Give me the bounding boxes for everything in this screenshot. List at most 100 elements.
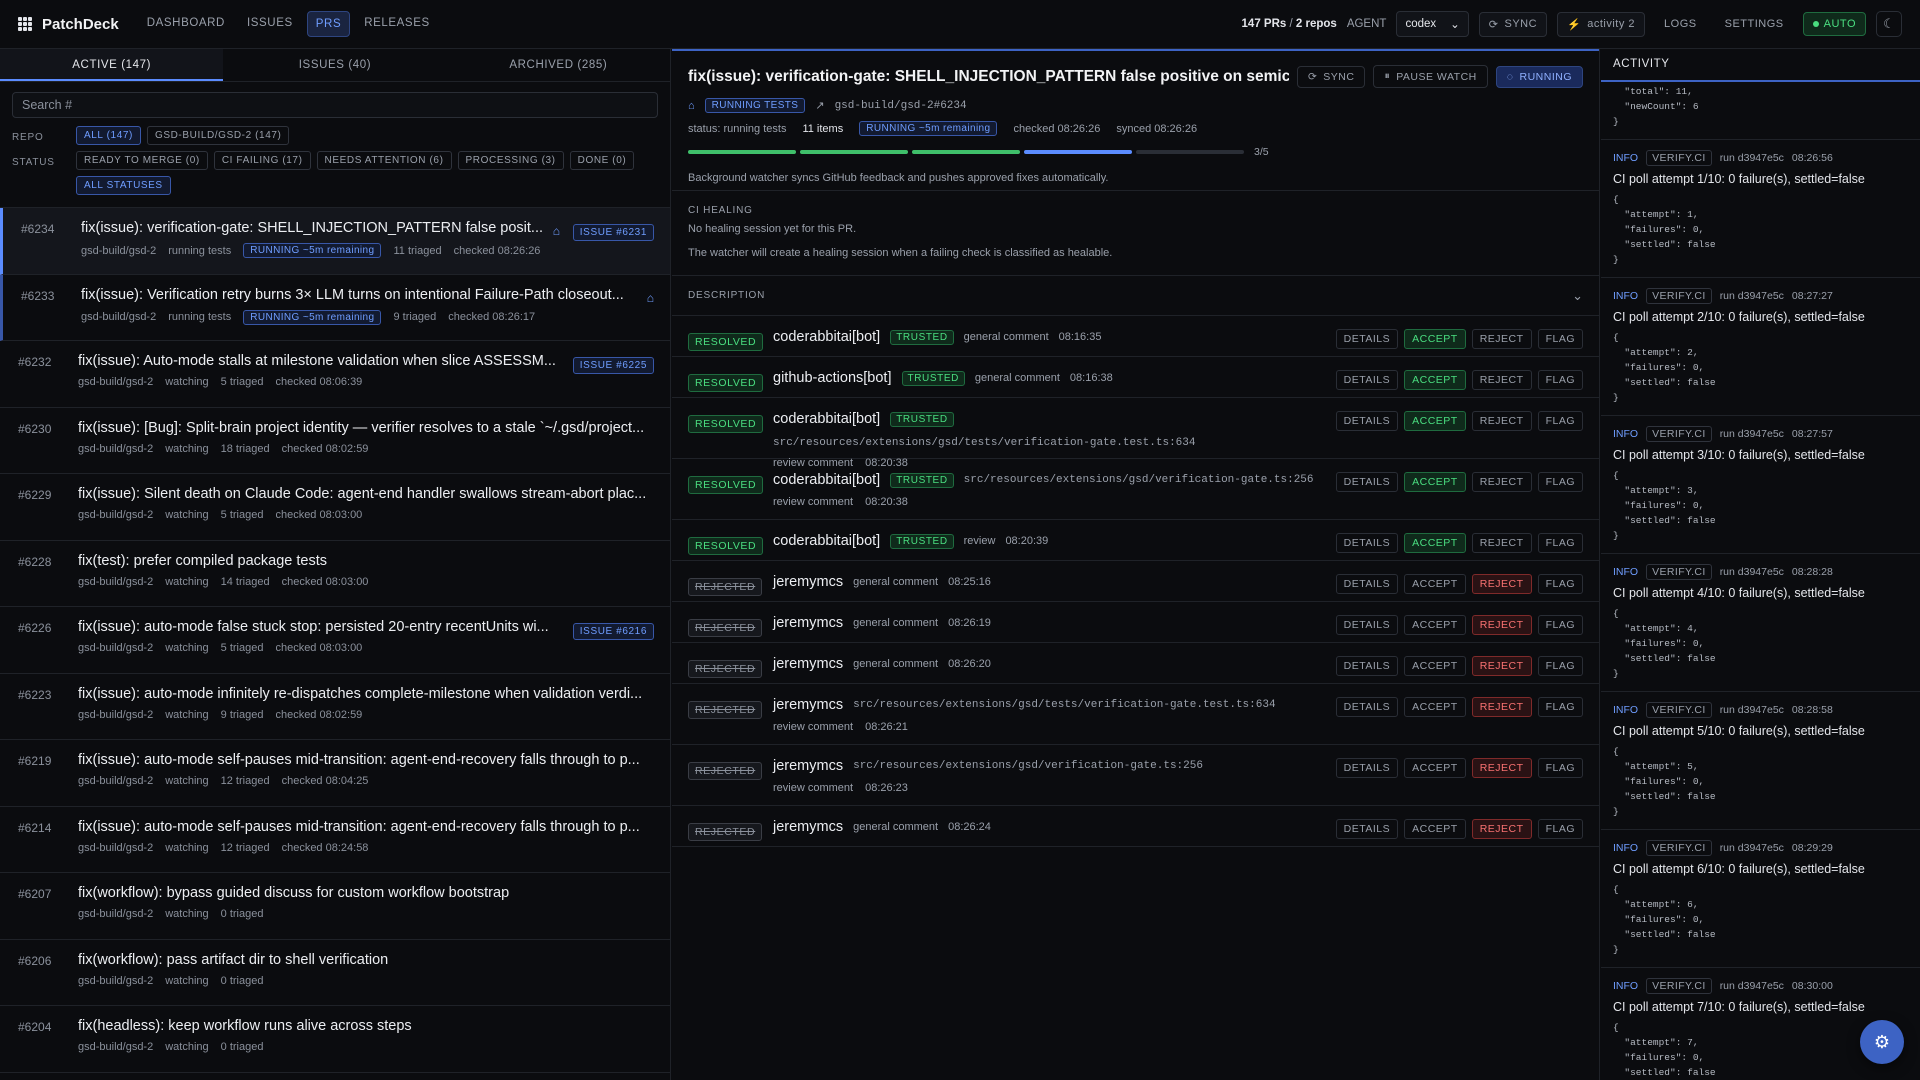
nav-prs[interactable]: PRS: [306, 11, 351, 37]
accept-button[interactable]: ACCEPT: [1404, 329, 1466, 349]
pr-list-item[interactable]: #6206 fix(workflow): pass artifact dir to…: [0, 940, 670, 1006]
pr-list-item[interactable]: #6226 fix(issue): auto-mode false stuck s…: [0, 607, 670, 674]
status-chip[interactable]: READY TO MERGE (0): [76, 151, 208, 170]
reject-button[interactable]: REJECT: [1471, 656, 1532, 676]
details-button[interactable]: DETAILS: [1335, 758, 1399, 778]
accept-button[interactable]: ACCEPT: [1404, 370, 1466, 390]
reject-button[interactable]: REJECT: [1471, 615, 1532, 635]
reject-button[interactable]: REJECT: [1471, 819, 1532, 839]
repo-chip[interactable]: ALL (147): [76, 126, 141, 145]
ci-healing-section: CI HEALING No healing session yet for th…: [672, 191, 1599, 276]
accept-button[interactable]: ACCEPT: [1404, 819, 1466, 839]
activity-pane: ACTIVITY "total": 11, "newCount": 6 } IN…: [1601, 49, 1920, 1080]
reject-button[interactable]: REJECT: [1471, 472, 1532, 492]
tab-archived[interactable]: ARCHIVED (285): [447, 49, 670, 81]
reject-button[interactable]: REJECT: [1471, 697, 1532, 717]
pr-list-item[interactable]: #6207 fix(workflow): bypass guided discus…: [0, 873, 670, 940]
comment-file-path[interactable]: src/resources/extensions/gsd/verificatio…: [964, 474, 1314, 486]
repo-chip[interactable]: GSD-BUILD/GSD-2 (147): [146, 126, 290, 145]
reject-button[interactable]: REJECT: [1471, 758, 1532, 778]
issue-badge[interactable]: ISSUE #6231: [572, 224, 654, 241]
search-input[interactable]: Search #: [12, 92, 658, 118]
nav-releases[interactable]: RELEASES: [356, 11, 438, 37]
settings-link[interactable]: SETTINGS: [1716, 13, 1793, 35]
auto-toggle[interactable]: AUTO: [1802, 12, 1866, 36]
status-chip[interactable]: NEEDS ATTENTION (6): [316, 151, 452, 170]
comment-file-path[interactable]: src/resources/extensions/gsd/tests/verif…: [773, 437, 1195, 449]
details-button[interactable]: DETAILS: [1335, 819, 1399, 839]
pr-list-item[interactable]: #6233 fix(issue): Verification retry burn…: [0, 274, 670, 341]
pr-list-item[interactable]: #6223 fix(issue): auto-mode infinitely re…: [0, 674, 670, 740]
details-button[interactable]: DETAILS: [1335, 574, 1399, 594]
pr-list-item[interactable]: #6228 fix(test): prefer compiled package …: [0, 541, 670, 607]
flag-button[interactable]: FLAG: [1537, 472, 1583, 492]
pr-repo: gsd-build/gsd-2: [81, 244, 157, 257]
pr-list-item[interactable]: #6232 fix(issue): Auto-mode stalls at mil…: [0, 341, 670, 408]
accept-button[interactable]: ACCEPT: [1404, 758, 1466, 778]
pr-ref-link[interactable]: gsd-build/gsd-2#6234: [835, 100, 967, 112]
pr-list-item[interactable]: #6229 fix(issue): Silent death on Claude …: [0, 474, 670, 541]
flag-button[interactable]: FLAG: [1537, 411, 1583, 431]
details-button[interactable]: DETAILS: [1335, 656, 1399, 676]
comment-actions: DETAILS ACCEPT REJECT FLAG: [1335, 697, 1583, 717]
activity-button[interactable]: ⚡ activity 2: [1557, 11, 1646, 37]
details-button[interactable]: DETAILS: [1335, 329, 1399, 349]
accept-button[interactable]: ACCEPT: [1404, 697, 1466, 717]
tab-issues[interactable]: ISSUES (40): [223, 49, 446, 81]
flag-button[interactable]: FLAG: [1537, 656, 1583, 676]
running-button[interactable]: ◌ RUNNING: [1495, 65, 1583, 88]
details-button[interactable]: DETAILS: [1335, 411, 1399, 431]
pr-list-item[interactable]: #6204 fix(headless): keep workflow runs a…: [0, 1006, 670, 1073]
reject-button[interactable]: REJECT: [1471, 370, 1532, 390]
theme-toggle-moon-icon[interactable]: ☾: [1876, 11, 1902, 37]
flag-button[interactable]: FLAG: [1537, 329, 1583, 349]
details-button[interactable]: DETAILS: [1335, 615, 1399, 635]
accept-button[interactable]: ACCEPT: [1404, 472, 1466, 492]
assistant-robot-icon[interactable]: ⚙: [1860, 1020, 1904, 1064]
status-chip[interactable]: DONE (0): [569, 151, 635, 170]
pr-list-item[interactable]: #6219 fix(issue): auto-mode self-pauses m…: [0, 740, 670, 807]
pr-list-item[interactable]: #6214 fix(issue): auto-mode self-pauses m…: [0, 807, 670, 873]
status-chip[interactable]: CI FAILING (17): [213, 151, 311, 170]
status-chip[interactable]: ALL STATUSES: [76, 176, 171, 195]
pr-triaged: 18 triaged: [220, 442, 270, 455]
details-button[interactable]: DETAILS: [1335, 533, 1399, 553]
accept-button[interactable]: ACCEPT: [1404, 615, 1466, 635]
flag-button[interactable]: FLAG: [1537, 758, 1583, 778]
pr-list-item[interactable]: #6234 fix(issue): verification-gate: SHEL…: [0, 208, 670, 275]
brand[interactable]: PatchDeck: [18, 16, 119, 33]
description-toggle[interactable]: DESCRIPTION ⌄: [672, 276, 1599, 316]
details-button[interactable]: DETAILS: [1335, 370, 1399, 390]
details-button[interactable]: DETAILS: [1335, 697, 1399, 717]
accept-button[interactable]: ACCEPT: [1404, 656, 1466, 676]
reject-button[interactable]: REJECT: [1471, 574, 1532, 594]
log-level: INFO: [1613, 566, 1639, 578]
status-chip[interactable]: PROCESSING (3): [457, 151, 564, 170]
pause-watch-button[interactable]: ⏸ PAUSE WATCH: [1373, 65, 1488, 88]
flag-button[interactable]: FLAG: [1537, 574, 1583, 594]
issue-badge[interactable]: ISSUE #6225: [572, 357, 654, 374]
accept-button[interactable]: ACCEPT: [1404, 533, 1466, 553]
flag-button[interactable]: FLAG: [1537, 533, 1583, 553]
comment-file-path[interactable]: src/resources/extensions/gsd/verificatio…: [853, 760, 1203, 772]
flag-button[interactable]: FLAG: [1537, 615, 1583, 635]
agent-select[interactable]: codex ⌄: [1396, 11, 1469, 37]
accept-button[interactable]: ACCEPT: [1404, 411, 1466, 431]
pr-list-item[interactable]: #6230 fix(issue): [Bug]: Split-brain proj…: [0, 408, 670, 474]
logs-link[interactable]: LOGS: [1655, 13, 1706, 35]
reject-button[interactable]: REJECT: [1471, 411, 1532, 431]
comment-file-path[interactable]: src/resources/extensions/gsd/tests/verif…: [853, 699, 1275, 711]
nav-dashboard[interactable]: DASHBOARD: [139, 11, 233, 37]
issue-badge[interactable]: ISSUE #6216: [572, 623, 654, 640]
flag-button[interactable]: FLAG: [1537, 370, 1583, 390]
flag-button[interactable]: FLAG: [1537, 819, 1583, 839]
sync-button[interactable]: ⟳ SYNC: [1478, 11, 1548, 37]
details-button[interactable]: DETAILS: [1335, 472, 1399, 492]
detail-sync-button[interactable]: ⟳ SYNC: [1296, 65, 1366, 88]
reject-button[interactable]: REJECT: [1471, 533, 1532, 553]
nav-issues[interactable]: ISSUES: [239, 11, 301, 37]
flag-button[interactable]: FLAG: [1537, 697, 1583, 717]
tab-active[interactable]: ACTIVE (147): [0, 49, 224, 81]
reject-button[interactable]: REJECT: [1471, 329, 1532, 349]
accept-button[interactable]: ACCEPT: [1404, 574, 1466, 594]
